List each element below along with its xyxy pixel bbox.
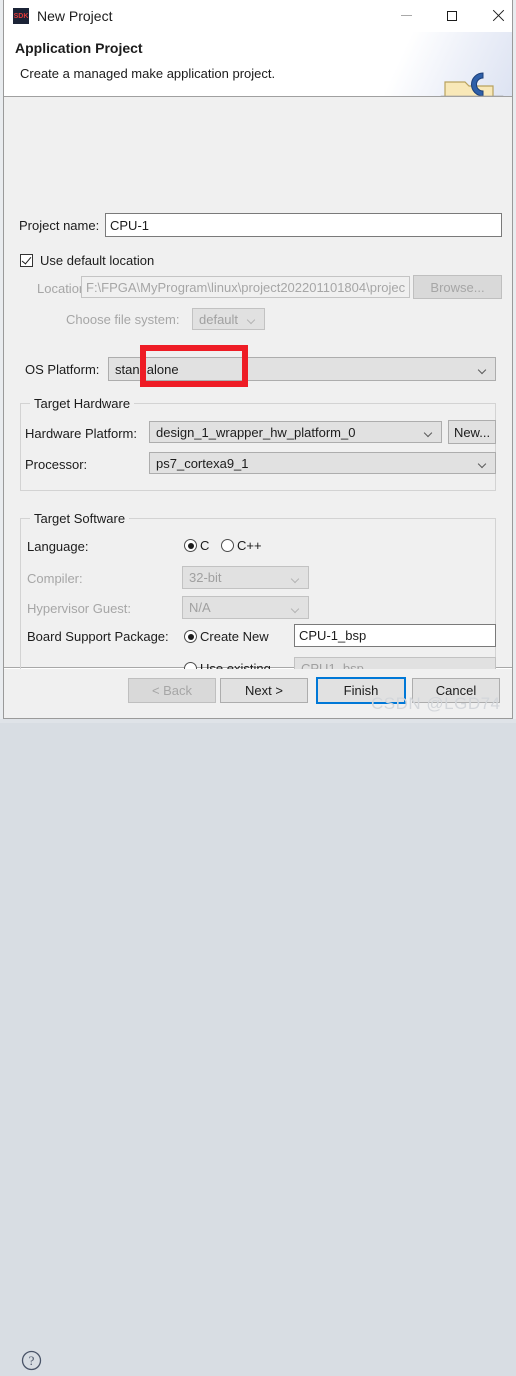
- chevron-down-icon: [292, 606, 300, 611]
- back-button[interactable]: < Back: [128, 678, 216, 703]
- bsp-create-new-label: Create New: [200, 629, 269, 644]
- header-description: Create a managed make application projec…: [20, 66, 276, 81]
- new-hardware-platform-button[interactable]: New...: [448, 420, 496, 444]
- compiler-value: 32-bit: [189, 570, 222, 585]
- sdk-app-icon: SDK: [13, 8, 29, 24]
- desktop-backdrop-bottom: [0, 719, 516, 723]
- location-input[interactable]: F:\FPGA\MyProgram\linux\project202201101…: [81, 276, 410, 298]
- hypervisor-guest-label: Hypervisor Guest:: [27, 601, 132, 616]
- use-default-location-label: Use default location: [40, 253, 155, 268]
- close-button[interactable]: [475, 0, 516, 31]
- next-button[interactable]: Next >: [220, 678, 308, 703]
- hardware-platform-label: Hardware Platform:: [25, 426, 137, 441]
- os-platform-label: OS Platform:: [25, 362, 100, 377]
- window-title: New Project: [37, 8, 113, 24]
- hardware-platform-combo[interactable]: design_1_wrapper_hw_platform_0: [149, 421, 442, 443]
- chevron-down-icon: [479, 461, 487, 466]
- bsp-create-new-radio[interactable]: [184, 630, 197, 643]
- project-name-label: Project name:: [19, 218, 100, 233]
- language-radio-c[interactable]: [184, 539, 197, 552]
- svg-text:?: ?: [29, 1353, 35, 1368]
- help-icon[interactable]: ?: [21, 1350, 42, 1371]
- project-name-input[interactable]: CPU-1: [105, 213, 502, 237]
- minimize-button[interactable]: [383, 0, 429, 31]
- sdk-app-icon-label: SDK: [13, 12, 29, 20]
- folder-c-icon: [437, 68, 509, 96]
- language-radio-cpp[interactable]: [221, 539, 234, 552]
- processor-combo[interactable]: ps7_cortexa9_1: [149, 452, 496, 474]
- language-radio-c-label: C: [200, 538, 210, 553]
- processor-label: Processor:: [25, 457, 88, 472]
- file-system-value: default: [199, 311, 239, 327]
- title-bar: SDK New Project: [4, 0, 512, 32]
- close-icon: [492, 9, 505, 22]
- dialog-header: Application Project Create a managed mak…: [4, 32, 512, 97]
- language-label: Language:: [27, 539, 89, 554]
- target-hardware-group-title: Target Hardware: [30, 396, 135, 411]
- os-platform-value: standalone: [115, 361, 179, 377]
- language-radio-cpp-label: C++: [237, 538, 262, 553]
- hardware-platform-value: design_1_wrapper_hw_platform_0: [156, 424, 356, 440]
- chevron-down-icon: [292, 576, 300, 581]
- minimize-icon: [400, 15, 412, 16]
- maximize-button[interactable]: [429, 0, 475, 31]
- maximize-icon: [447, 10, 457, 21]
- chevron-down-icon: [425, 430, 433, 435]
- chevron-down-icon: [479, 367, 487, 372]
- header-title: Application Project: [15, 40, 143, 56]
- board-support-package-label: Board Support Package:: [27, 629, 169, 644]
- os-platform-combo[interactable]: standalone: [108, 357, 496, 381]
- processor-value: ps7_cortexa9_1: [156, 455, 249, 471]
- compiler-label: Compiler:: [27, 571, 83, 586]
- use-default-location-checkbox[interactable]: [20, 254, 33, 267]
- target-software-group-title: Target Software: [30, 511, 130, 526]
- file-system-label: Choose file system:: [66, 312, 180, 327]
- target-hardware-group: [20, 403, 496, 491]
- bsp-create-new-input[interactable]: CPU-1_bsp: [294, 624, 496, 647]
- dialog-body: Project name: CPU-1 Use default location…: [4, 97, 512, 691]
- file-system-combo[interactable]: default: [192, 308, 265, 330]
- watermark: CSDN @LGD74: [371, 694, 501, 713]
- browse-button[interactable]: Browse...: [413, 275, 502, 299]
- hypervisor-guest-combo[interactable]: N/A: [182, 596, 309, 619]
- hypervisor-guest-value: N/A: [189, 600, 211, 615]
- compiler-combo[interactable]: 32-bit: [182, 566, 309, 589]
- chevron-down-icon: [248, 317, 256, 322]
- new-project-dialog: SDK New Project Application Project Crea…: [3, 0, 513, 1371]
